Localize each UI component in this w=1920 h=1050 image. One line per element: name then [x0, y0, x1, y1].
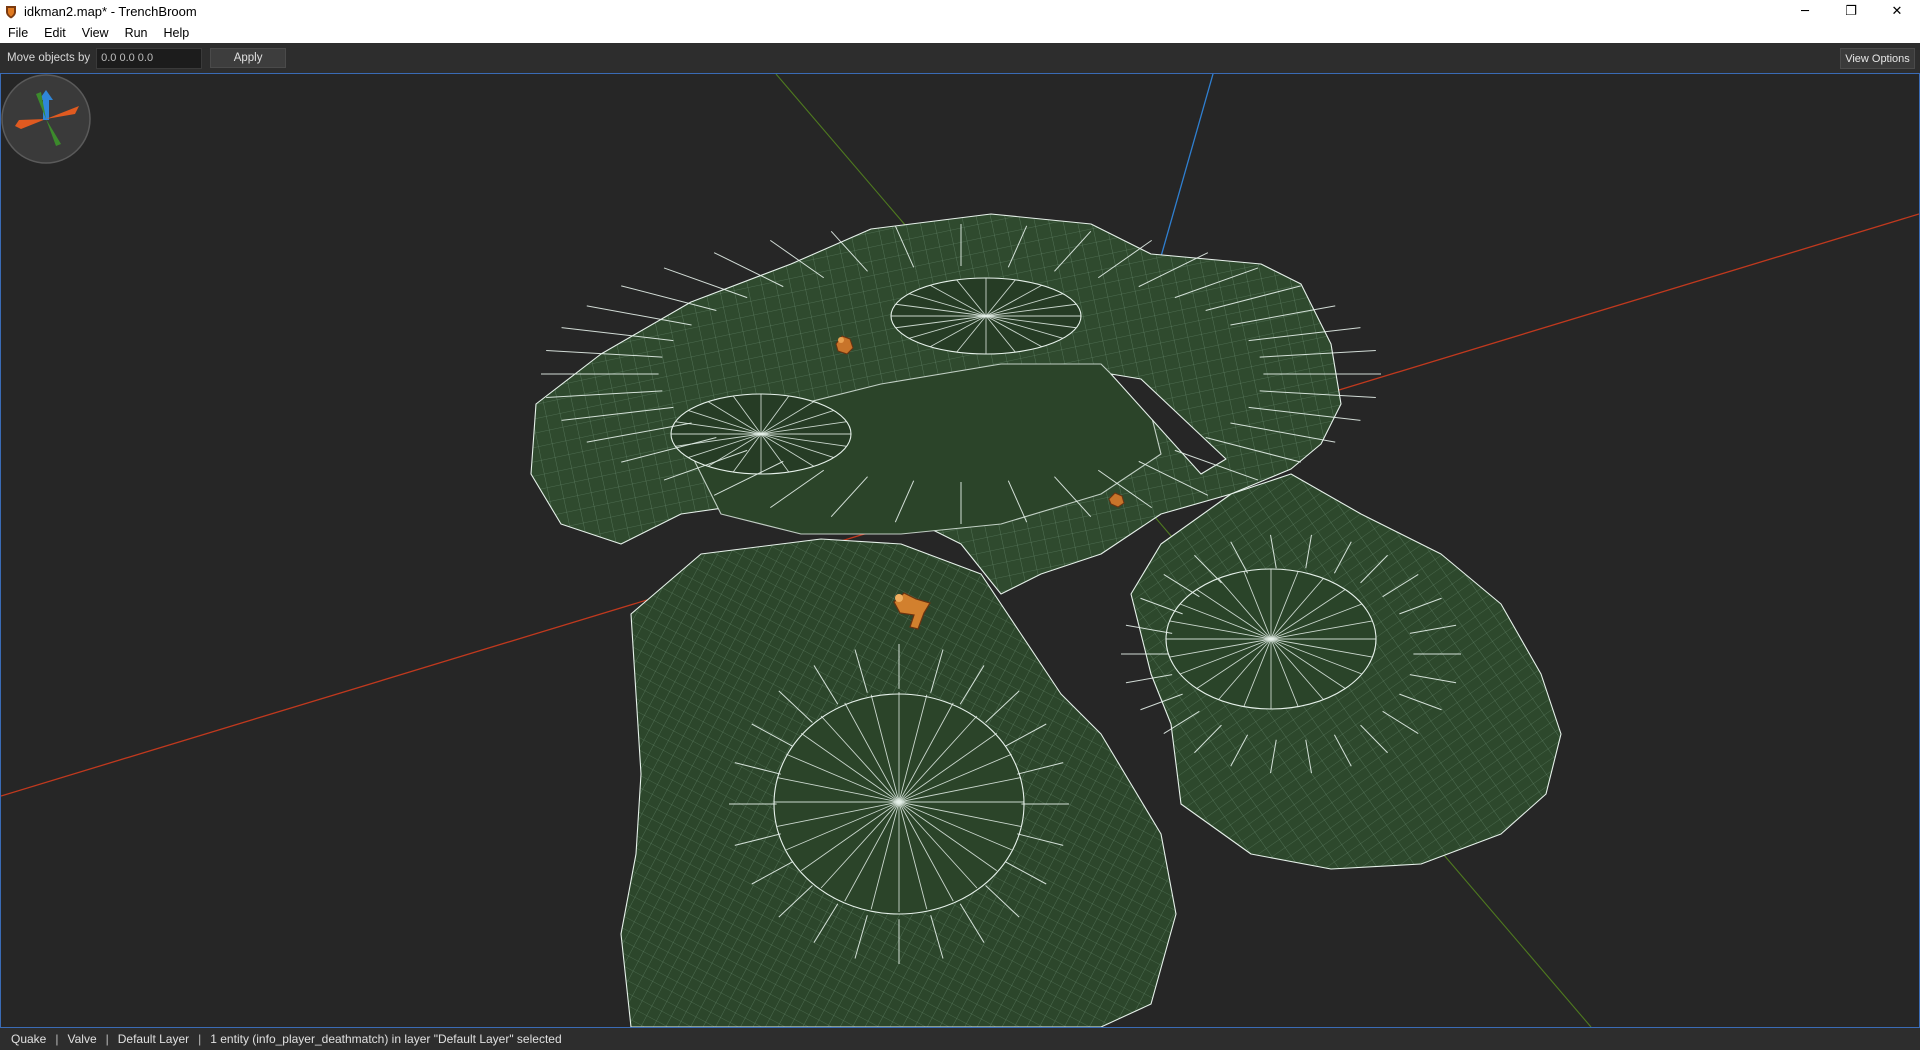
status-separator: | [105, 1032, 109, 1046]
status-separator: | [55, 1032, 59, 1046]
status-separator: | [198, 1032, 202, 1046]
restore-button[interactable]: ❐ [1828, 0, 1874, 23]
map-3d-viewport[interactable] [0, 73, 1920, 1028]
status-layer: Default Layer [117, 1032, 190, 1046]
menu-edit[interactable]: Edit [36, 23, 74, 43]
orientation-compass[interactable] [1, 74, 91, 164]
status-selection: 1 entity (info_player_deathmatch) in lay… [210, 1032, 562, 1046]
map-scene[interactable] [1, 74, 1919, 1027]
toolbar: Move objects by Apply View Options [0, 43, 1920, 73]
menu-bar: File Edit View Run Help [0, 23, 1920, 43]
window-title: idkman2.map* - TrenchBroom [24, 4, 197, 19]
menu-run[interactable]: Run [117, 23, 156, 43]
menu-file[interactable]: File [0, 23, 36, 43]
view-options-button[interactable]: View Options [1840, 48, 1915, 69]
move-objects-input[interactable] [96, 47, 203, 69]
close-button[interactable]: ✕ [1874, 0, 1920, 23]
facet-line [663, 267, 748, 299]
status-bar: Quake | Valve | Default Layer | 1 entity… [0, 1028, 1920, 1050]
apply-button[interactable]: Apply [210, 48, 287, 68]
brush-geometry[interactable] [530, 213, 1562, 1027]
status-game: Quake [11, 1032, 47, 1046]
move-objects-label: Move objects by [7, 52, 91, 64]
minimize-button[interactable]: ─ [1782, 0, 1828, 23]
trenchbroom-shield-icon [6, 5, 16, 18]
status-map-format: Valve [67, 1032, 97, 1046]
title-bar: idkman2.map* - TrenchBroom ─ ❐ ✕ [0, 0, 1920, 23]
menu-help[interactable]: Help [156, 23, 198, 43]
menu-view[interactable]: View [74, 23, 117, 43]
